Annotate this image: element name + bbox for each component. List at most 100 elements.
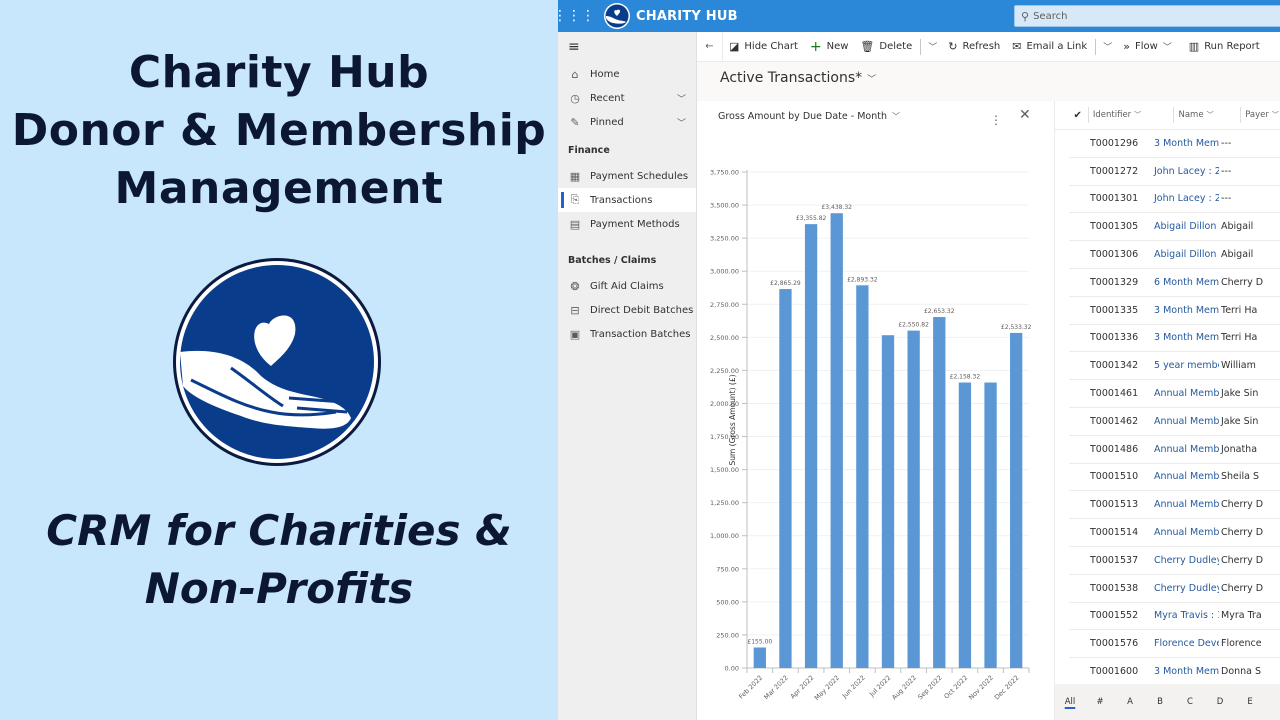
table-row[interactable]: T0001510 Annual Membe Sheila S bbox=[1069, 464, 1280, 492]
cell-payer[interactable]: Terri Ha bbox=[1219, 305, 1266, 316]
cell-name-link[interactable]: 5 year member bbox=[1151, 360, 1219, 371]
cell-name-link[interactable]: Annual Membe bbox=[1151, 388, 1219, 399]
cell-name-link[interactable]: John Lacey : 2/ bbox=[1151, 166, 1219, 177]
cell-name-link[interactable]: Annual Membe bbox=[1151, 416, 1219, 427]
table-row[interactable]: T0001552 Myra Travis : 12Myra Tra bbox=[1069, 603, 1280, 631]
cell-payer[interactable]: Cherry D bbox=[1219, 527, 1266, 538]
table-row[interactable]: T0001301 John Lacey : 2/--- bbox=[1069, 186, 1280, 214]
column-header-identifier[interactable]: Identifier ﹀ bbox=[1087, 107, 1174, 123]
nav-item-gift-aid-claims[interactable]: ❂ Gift Aid Claims bbox=[558, 274, 696, 298]
nav-item-direct-debit-batches[interactable]: ⊟ Direct Debit Batches bbox=[558, 298, 696, 322]
jump-bar-letter[interactable]: C bbox=[1175, 697, 1205, 707]
delete-button[interactable]: 🗑 Delete bbox=[854, 32, 918, 62]
table-row[interactable]: T0001486 Annual Membe Jonatha bbox=[1069, 436, 1280, 464]
table-row[interactable]: T0001514 Annual Membe Cherry D bbox=[1069, 519, 1280, 547]
back-button[interactable]: ← bbox=[697, 31, 723, 62]
table-row[interactable]: T0001305 Abigail Dillon : Abigail bbox=[1069, 213, 1280, 242]
cell-name-link[interactable]: Florence Dever bbox=[1151, 638, 1219, 649]
cell-name-link[interactable]: Annual Membe bbox=[1151, 444, 1219, 455]
cell-payer[interactable]: Jake Sin bbox=[1219, 416, 1266, 427]
jump-bar-letter[interactable]: A bbox=[1115, 697, 1145, 707]
cell-payer[interactable]: Cherry D bbox=[1219, 555, 1266, 566]
search-input[interactable]: ⚲ Search bbox=[1014, 5, 1280, 27]
hide-chart-button[interactable]: ◪ Hide Chart bbox=[723, 32, 804, 62]
jump-bar-letter[interactable]: All bbox=[1055, 697, 1085, 707]
chevron-down-icon[interactable]: ﹀ bbox=[677, 116, 686, 129]
table-row[interactable]: T0001336 3 Month Meml Terri Ha bbox=[1069, 325, 1280, 353]
refresh-button[interactable]: ↻ Refresh bbox=[942, 32, 1006, 62]
table-row[interactable]: T0001329 6 Month Meml Cherry D bbox=[1069, 269, 1280, 297]
column-header-name[interactable]: Name ﹀ bbox=[1173, 107, 1240, 123]
flow-button[interactable]: » Flow ﹀ bbox=[1117, 32, 1183, 62]
cell-name-link[interactable]: 3 Month Meml bbox=[1151, 138, 1219, 149]
cell-payer[interactable]: --- bbox=[1219, 193, 1266, 204]
table-row[interactable]: T0001296 3 Month Meml --- bbox=[1069, 130, 1280, 158]
email-more-chevron-icon[interactable]: ﹀ bbox=[1098, 40, 1117, 53]
nav-item-home[interactable]: ⌂ Home bbox=[558, 62, 696, 86]
run-report-button[interactable]: ▥ Run Report bbox=[1183, 32, 1266, 62]
table-row[interactable]: T0001461 Annual Membe Jake Sin bbox=[1069, 380, 1280, 408]
nav-item-transaction-batches[interactable]: ▣ Transaction Batches bbox=[558, 322, 696, 346]
nav-item-recent[interactable]: ◷ Recent ﹀ bbox=[558, 86, 696, 110]
cell-name-link[interactable]: 3 Month Meml bbox=[1151, 666, 1219, 677]
table-row[interactable]: T0001342 5 year memberWilliam bbox=[1069, 352, 1280, 381]
cell-payer[interactable]: Jake Sin bbox=[1219, 388, 1266, 399]
app-launcher-icon[interactable]: ⋮⋮⋮ bbox=[558, 0, 595, 32]
nav-item-payment-methods[interactable]: ▤ Payment Methods bbox=[558, 212, 696, 236]
column-header-payer[interactable]: Payer ﹀ bbox=[1240, 107, 1280, 123]
cell-name-link[interactable]: Abigail Dillon : bbox=[1151, 249, 1219, 260]
jump-bar-letter[interactable]: # bbox=[1085, 697, 1115, 707]
table-row[interactable]: T0001306 Abigail Dillon : Abigail bbox=[1069, 241, 1280, 269]
cell-payer[interactable]: Florence bbox=[1219, 638, 1266, 649]
cell-name-link[interactable]: Annual Membe bbox=[1151, 471, 1219, 482]
chevron-down-icon[interactable]: ﹀ bbox=[677, 92, 686, 105]
close-icon[interactable]: ✕ bbox=[1019, 107, 1031, 123]
cell-name-link[interactable]: Annual Membe bbox=[1151, 527, 1219, 538]
nav-item-transactions[interactable]: ⎘ Transactions bbox=[558, 188, 696, 212]
table-row[interactable]: T0001513 Annual Membe Cherry D bbox=[1069, 491, 1280, 520]
jump-bar-letter[interactable]: B bbox=[1145, 697, 1175, 707]
jump-bar-letter[interactable]: D bbox=[1205, 697, 1235, 707]
more-options-icon[interactable]: ⋮ bbox=[990, 113, 1002, 127]
cell-payer[interactable]: Sheila S bbox=[1219, 471, 1266, 482]
table-row[interactable]: T0001272 John Lacey : 2/--- bbox=[1069, 158, 1280, 186]
email-link-button[interactable]: ✉ Email a Link bbox=[1006, 32, 1093, 62]
table-row[interactable]: T0001538 Cherry Dudley Cherry D bbox=[1069, 575, 1280, 603]
cell-payer[interactable]: --- bbox=[1219, 166, 1266, 177]
cell-name-link[interactable]: Annual Membe bbox=[1151, 499, 1219, 510]
cell-name-link[interactable]: 3 Month Meml bbox=[1151, 332, 1219, 343]
cell-name-link[interactable]: 3 Month Meml bbox=[1151, 305, 1219, 316]
nav-item-pinned[interactable]: ✎ Pinned ﹀ bbox=[558, 110, 696, 134]
table-row[interactable]: T0001335 3 Month Meml Terri Ha bbox=[1069, 297, 1280, 325]
cell-payer[interactable]: Cherry D bbox=[1219, 583, 1266, 594]
nav-item-payment-schedules[interactable]: ▦ Payment Schedules bbox=[558, 164, 696, 188]
cell-payer[interactable]: Terri Ha bbox=[1219, 332, 1266, 343]
cell-payer[interactable]: William bbox=[1219, 360, 1266, 371]
email-link-icon: ✉ bbox=[1012, 40, 1022, 53]
delete-more-chevron-icon[interactable]: ﹀ bbox=[923, 40, 942, 53]
cell-payer[interactable]: Abigail bbox=[1219, 221, 1266, 232]
table-row[interactable]: T0001576 Florence Dever Florence bbox=[1069, 630, 1280, 659]
cell-payer[interactable]: Cherry D bbox=[1219, 277, 1266, 288]
jump-bar-letter[interactable]: E bbox=[1235, 697, 1265, 707]
cell-name-link[interactable]: Abigail Dillon : bbox=[1151, 221, 1219, 232]
table-row[interactable]: T0001600 3 Month Meml Donna S bbox=[1069, 658, 1280, 686]
cell-name-link[interactable]: 6 Month Meml bbox=[1151, 277, 1219, 288]
cell-name-link[interactable]: John Lacey : 2/ bbox=[1151, 193, 1219, 204]
hamburger-menu-icon[interactable]: ≡ bbox=[558, 32, 696, 62]
cell-payer[interactable]: Myra Tra bbox=[1219, 610, 1266, 621]
cell-name-link[interactable]: Cherry Dudley bbox=[1151, 583, 1219, 594]
chart-selector[interactable]: Gross Amount by Due Date - Month ﹀ bbox=[718, 111, 900, 122]
select-all-checkbox[interactable]: ✔ bbox=[1055, 110, 1088, 121]
view-selector[interactable]: Active Transactions* ﹀ bbox=[720, 70, 876, 86]
cell-name-link[interactable]: Cherry Dudley bbox=[1151, 555, 1219, 566]
cell-payer[interactable]: Donna S bbox=[1219, 666, 1266, 677]
table-row[interactable]: T0001537 Cherry Dudley Cherry D bbox=[1069, 547, 1280, 575]
cell-payer[interactable]: --- bbox=[1219, 138, 1266, 149]
cell-payer[interactable]: Jonatha bbox=[1219, 444, 1266, 455]
new-button[interactable]: + New bbox=[804, 32, 855, 62]
cell-payer[interactable]: Cherry D bbox=[1219, 499, 1266, 510]
cell-name-link[interactable]: Myra Travis : 12 bbox=[1151, 610, 1219, 621]
cell-payer[interactable]: Abigail bbox=[1219, 249, 1266, 260]
table-row[interactable]: T0001462 Annual Membe Jake Sin bbox=[1069, 408, 1280, 436]
